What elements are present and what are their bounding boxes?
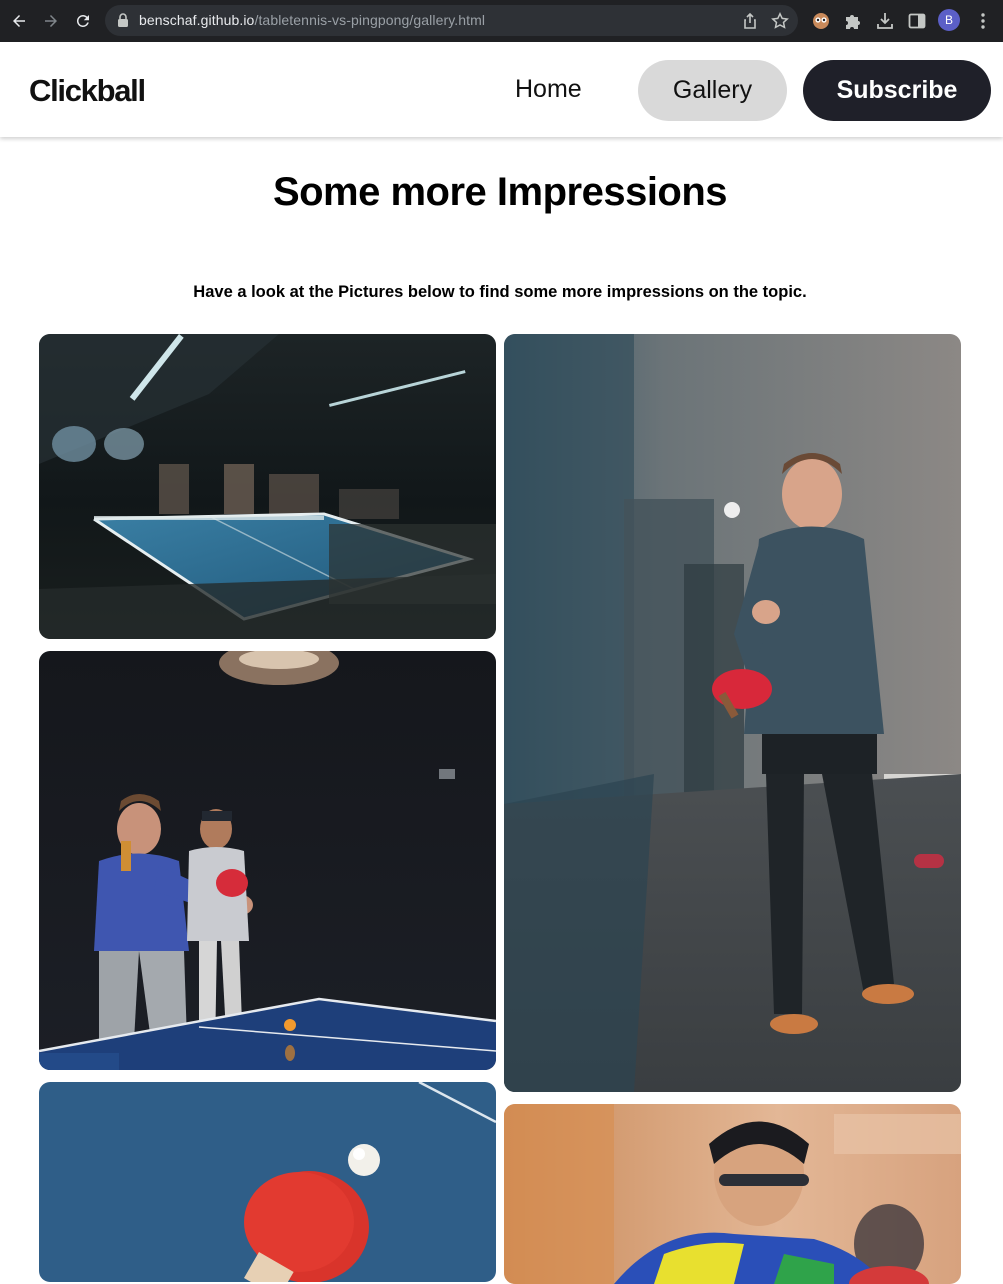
- url-text: benschaf.github.io/tabletennis-vs-pingpo…: [139, 12, 485, 28]
- page-title: Some more Impressions: [272, 170, 728, 214]
- lock-icon: [118, 13, 128, 27]
- table-tennis-hall-photo: [39, 334, 496, 639]
- puzzle-icon[interactable]: [843, 11, 863, 31]
- download-icon[interactable]: [875, 11, 895, 31]
- nav-gallery-link[interactable]: Gallery: [638, 60, 787, 121]
- star-icon[interactable]: [771, 12, 789, 30]
- back-icon[interactable]: [7, 9, 31, 33]
- paddle-and-ball-photo: [39, 1082, 496, 1282]
- url-host: benschaf.github.io: [139, 12, 255, 28]
- page-subtitle: Have a look at the Pictures below to fin…: [193, 283, 807, 301]
- player-serving-photo: [504, 334, 961, 1092]
- two-men-playing-photo: [39, 651, 496, 1070]
- browser-toolbar: benschaf.github.io/tabletennis-vs-pingpo…: [0, 0, 1003, 42]
- extension-owl-icon[interactable]: [811, 11, 831, 31]
- sidebar-icon[interactable]: [907, 11, 927, 31]
- more-icon[interactable]: [973, 11, 993, 31]
- forward-icon[interactable]: [39, 9, 63, 33]
- site-header: Clickball Home Gallery Subscribe: [0, 42, 1003, 137]
- share-icon[interactable]: [741, 12, 759, 30]
- site-logo[interactable]: Clickball: [29, 73, 146, 109]
- profile-avatar[interactable]: B: [938, 9, 960, 31]
- reload-icon[interactable]: [71, 9, 95, 33]
- url-path: /tabletennis-vs-pingpong/gallery.html: [254, 12, 486, 28]
- nav-home-link[interactable]: Home: [515, 75, 582, 104]
- subscribe-button[interactable]: Subscribe: [803, 60, 991, 121]
- address-bar[interactable]: benschaf.github.io/tabletennis-vs-pingpo…: [105, 5, 798, 36]
- tournament-player-photo: [504, 1104, 961, 1284]
